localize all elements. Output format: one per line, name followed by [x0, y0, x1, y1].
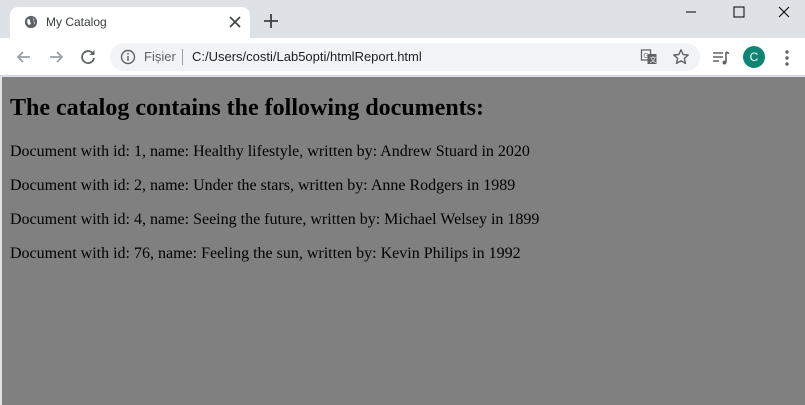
close-icon[interactable]	[228, 15, 242, 29]
plus-icon[interactable]	[263, 13, 279, 29]
arrow-right-icon[interactable]	[46, 47, 66, 67]
svg-text:文: 文	[650, 55, 657, 64]
tab-my-catalog[interactable]: My Catalog	[10, 7, 250, 38]
kebab-menu-icon[interactable]	[780, 48, 794, 68]
list-item: Document with id: 2, name: Under the sta…	[10, 177, 516, 194]
list-item: Document with id: 1, name: Healthy lifes…	[10, 143, 530, 160]
svg-text:G: G	[643, 52, 648, 60]
tab-title: My Catalog	[46, 15, 107, 29]
omnibox-divider	[182, 49, 183, 65]
list-item: Document with id: 4, name: Seeing the fu…	[10, 211, 540, 228]
reload-icon[interactable]	[78, 47, 98, 67]
arrow-left-icon[interactable]	[14, 47, 34, 67]
url-text[interactable]: C:/Users/costi/Lab5opti/htmlReport.html	[192, 49, 422, 64]
translate-icon[interactable]: G 文	[640, 48, 658, 66]
avatar[interactable]: C	[743, 46, 765, 68]
list-item: Document with id: 76, name: Feeling the …	[10, 245, 521, 262]
star-icon[interactable]	[672, 48, 690, 66]
info-icon[interactable]	[120, 49, 136, 65]
scheme-label: Fișier	[144, 49, 176, 64]
document-list: Document with id: 1, name: Healthy lifes…	[10, 143, 539, 279]
maximize-icon[interactable]	[729, 3, 749, 21]
media-control-icon[interactable]	[711, 49, 731, 67]
browser-toolbar: Fișier C:/Users/costi/Lab5opti/htmlRepor…	[0, 38, 805, 76]
minimize-icon[interactable]	[681, 4, 701, 20]
globe-icon	[24, 15, 38, 29]
page-viewport: The catalog contains the following docum…	[2, 77, 805, 405]
tab-strip: My Catalog	[0, 0, 805, 38]
window-close-icon[interactable]	[774, 2, 794, 22]
address-bar[interactable]: Fișier C:/Users/costi/Lab5opti/htmlRepor…	[110, 43, 700, 71]
page-heading: The catalog contains the following docum…	[10, 95, 484, 121]
